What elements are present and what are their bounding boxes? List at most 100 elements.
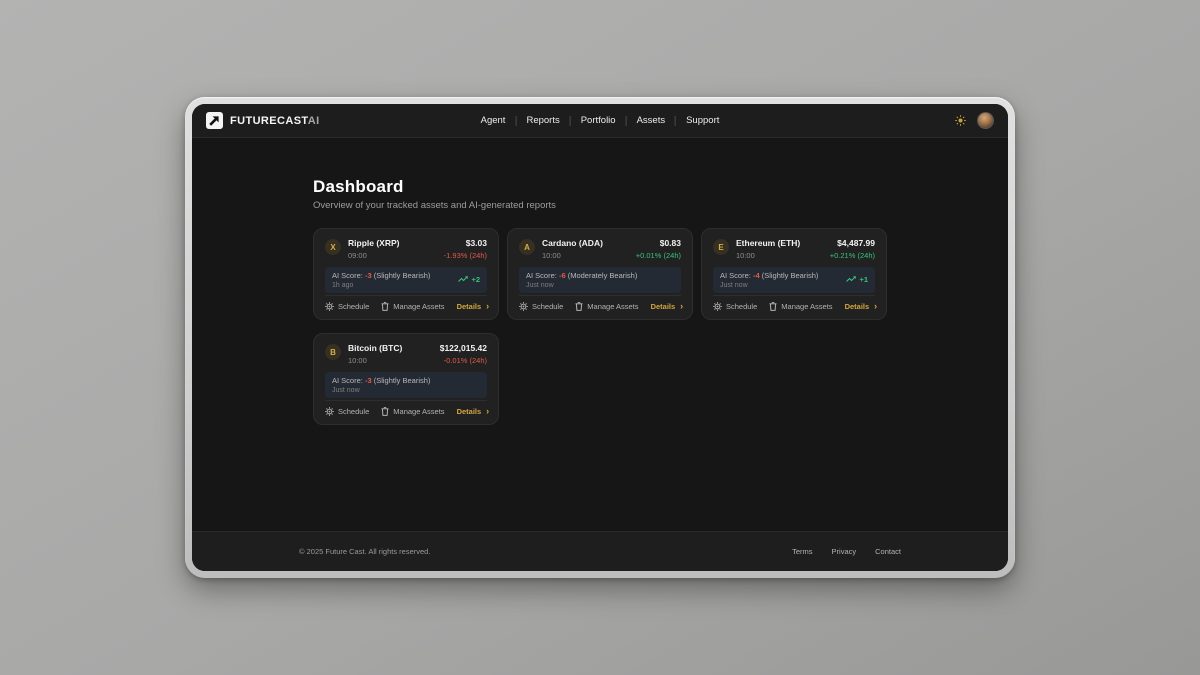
user-avatar[interactable] (977, 112, 994, 129)
ai-score-line: AI Score: -3 (Slightly Bearish) (332, 376, 430, 385)
main-content: Dashboard Overview of your tracked asset… (192, 138, 1008, 531)
card-header: A Cardano (ADA) 10:00 $0.83 +0.01% (24h) (519, 238, 681, 260)
trash-icon (381, 407, 389, 416)
device-frame: FUTURECASTAI Agent Reports Portfolio Ass… (185, 97, 1015, 578)
chevron-right-icon: › (486, 302, 489, 311)
schedule-button[interactable]: Schedule (519, 302, 563, 311)
brand-suffix: AI (308, 115, 320, 127)
asset-card-grid: X Ripple (XRP) 09:00 $3.03 -1.93% (24h) (313, 228, 887, 425)
score-updated: 1h ago (332, 282, 430, 289)
ai-score-row: AI Score: -4 (Slightly Bearish) Just now… (713, 267, 875, 294)
details-button[interactable]: Details › (651, 302, 684, 311)
ai-sentiment: (Moderately Bearish) (568, 271, 638, 280)
trash-icon (575, 302, 583, 311)
coin-initial-badge: A (519, 239, 535, 255)
asset-card-ripple: X Ripple (XRP) 09:00 $3.03 -1.93% (24h) (313, 228, 499, 320)
price-block: $3.03 -1.93% (24h) (444, 238, 487, 260)
details-button[interactable]: Details › (457, 302, 490, 311)
nav-item-portfolio[interactable]: Portfolio (571, 115, 626, 126)
manage-assets-button[interactable]: Manage Assets (381, 407, 444, 416)
nav-item-assets[interactable]: Assets (627, 115, 676, 126)
manage-assets-button[interactable]: Manage Assets (575, 302, 638, 311)
coin-initial-badge: B (325, 344, 341, 360)
asset-name: Cardano (ADA) (542, 238, 603, 248)
price-block: $0.83 +0.01% (24h) (636, 238, 681, 260)
asset-name: Ripple (XRP) (348, 238, 399, 248)
page-title: Dashboard (313, 177, 887, 197)
asset-identity: Ripple (XRP) 09:00 (348, 238, 399, 260)
asset-time: 10:00 (542, 251, 603, 260)
footer-link-terms[interactable]: Terms (792, 547, 812, 556)
card-actions: Schedule Manage Assets (519, 295, 681, 311)
price-change: -1.93% (24h) (444, 251, 487, 260)
ai-score-row: AI Score: -6 (Moderately Bearish) Just n… (519, 267, 681, 294)
footer-link-contact[interactable]: Contact (875, 547, 901, 556)
card-actions: Schedule Manage Assets (713, 295, 875, 311)
footer-bar: © 2025 Future Cast. All rights reserved.… (192, 531, 1008, 571)
chevron-right-icon: › (680, 302, 683, 311)
schedule-button[interactable]: Schedule (713, 302, 757, 311)
asset-identity: Cardano (ADA) 10:00 (542, 238, 603, 260)
asset-price: $4,487.99 (830, 238, 875, 248)
trend-up-icon (846, 276, 856, 283)
schedule-button[interactable]: Schedule (325, 407, 369, 416)
score-updated: Just now (526, 282, 637, 289)
trash-icon (381, 302, 389, 311)
gear-icon (325, 407, 334, 416)
ai-score-value: -3 (365, 271, 372, 280)
asset-identity: Ethereum (ETH) 10:00 (736, 238, 800, 260)
ai-sentiment: (Slightly Bearish) (374, 271, 431, 280)
asset-price: $3.03 (444, 238, 487, 248)
asset-card-ethereum: E Ethereum (ETH) 10:00 $4,487.99 +0.21% … (701, 228, 887, 320)
app-window: FUTURECASTAI Agent Reports Portfolio Ass… (192, 104, 1008, 571)
nav-item-reports[interactable]: Reports (516, 115, 569, 126)
asset-time: 10:00 (736, 251, 800, 260)
score-delta-badge: +1 (846, 275, 868, 284)
asset-card-bitcoin: B Bitcoin (BTC) 10:00 $122,015.42 -0.01%… (313, 333, 499, 425)
footer-link-privacy[interactable]: Privacy (832, 547, 857, 556)
card-actions: Schedule Manage Assets (325, 400, 487, 416)
score-updated: Just now (720, 282, 818, 289)
card-header: E Ethereum (ETH) 10:00 $4,487.99 +0.21% … (713, 238, 875, 260)
manage-assets-button[interactable]: Manage Assets (381, 302, 444, 311)
score-updated: Just now (332, 387, 430, 394)
brand-name: FUTURECASTAI (230, 115, 320, 127)
nav-item-support[interactable]: Support (676, 115, 729, 126)
asset-time: 10:00 (348, 356, 402, 365)
score-delta-badge: +2 (458, 275, 480, 284)
asset-price: $122,015.42 (440, 343, 487, 353)
theme-toggle-sun-icon[interactable] (955, 115, 966, 126)
coin-initial-badge: X (325, 239, 341, 255)
gear-icon (325, 302, 334, 311)
price-block: $4,487.99 +0.21% (24h) (830, 238, 875, 260)
manage-assets-button[interactable]: Manage Assets (769, 302, 832, 311)
footer-links: Terms Privacy Contact (792, 547, 901, 556)
price-change: -0.01% (24h) (440, 356, 487, 365)
top-actions (955, 112, 994, 129)
card-header: B Bitcoin (BTC) 10:00 $122,015.42 -0.01%… (325, 343, 487, 365)
gear-icon (713, 302, 722, 311)
ai-score-line: AI Score: -6 (Moderately Bearish) (526, 271, 637, 280)
details-button[interactable]: Details › (457, 407, 490, 416)
ai-score-value: -6 (559, 271, 566, 280)
details-button[interactable]: Details › (845, 302, 878, 311)
coin-initial-badge: E (713, 239, 729, 255)
schedule-button[interactable]: Schedule (325, 302, 369, 311)
ai-score-value: -3 (365, 376, 372, 385)
ai-score-row: AI Score: -3 (Slightly Bearish) 1h ago +… (325, 267, 487, 294)
price-change: +0.21% (24h) (830, 251, 875, 260)
price-block: $122,015.42 -0.01% (24h) (440, 343, 487, 365)
top-navigation-bar: FUTURECASTAI Agent Reports Portfolio Ass… (192, 104, 1008, 138)
ai-score-line: AI Score: -4 (Slightly Bearish) (720, 271, 818, 280)
card-header: X Ripple (XRP) 09:00 $3.03 -1.93% (24h) (325, 238, 487, 260)
nav-item-agent[interactable]: Agent (471, 115, 516, 126)
ai-score-line: AI Score: -3 (Slightly Bearish) (332, 271, 430, 280)
chevron-right-icon: › (486, 407, 489, 416)
page-subtitle: Overview of your tracked assets and AI-g… (313, 200, 887, 211)
copyright-text: © 2025 Future Cast. All rights reserved. (299, 547, 430, 556)
main-nav: Agent Reports Portfolio Assets Support (471, 115, 730, 126)
brand: FUTURECASTAI (206, 112, 320, 129)
ai-score-row: AI Score: -3 (Slightly Bearish) Just now (325, 372, 487, 399)
asset-name: Bitcoin (BTC) (348, 343, 402, 353)
asset-price: $0.83 (636, 238, 681, 248)
